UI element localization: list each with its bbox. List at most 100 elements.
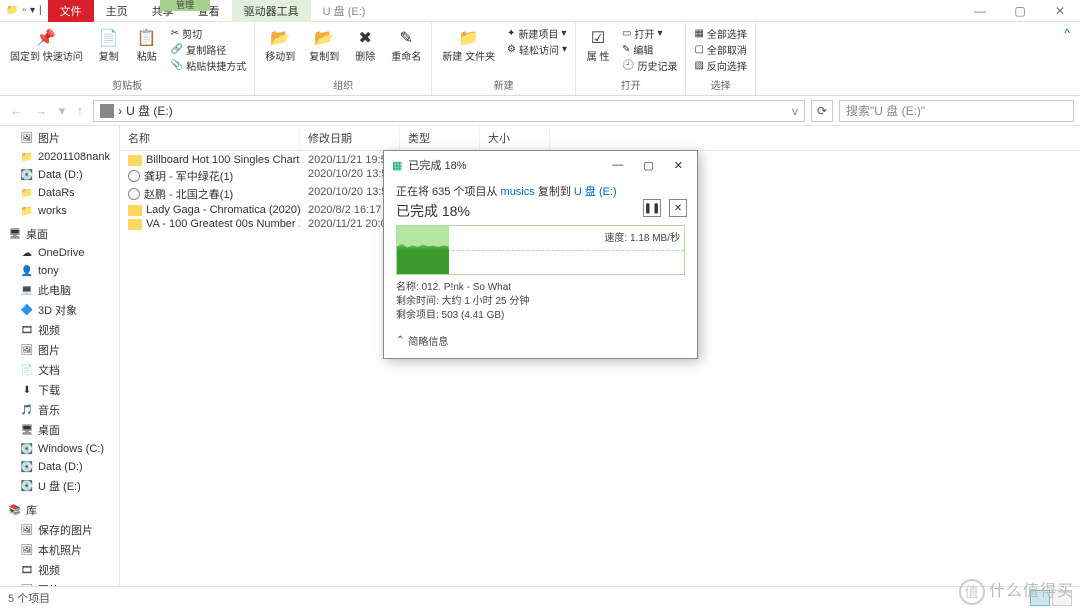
- sidebar-item-icon: 📚: [8, 503, 22, 517]
- icons-view-button[interactable]: [1052, 590, 1072, 606]
- copy-source-link[interactable]: musics: [501, 186, 535, 198]
- sidebar-item[interactable]: 🖥桌面: [0, 224, 119, 244]
- easy-access-button[interactable]: ⚙轻松访问 ▾: [507, 42, 567, 57]
- properties-button[interactable]: ☑属 性: [582, 24, 614, 65]
- select-all-button[interactable]: ▦全部选择: [694, 26, 746, 41]
- maximize-button[interactable]: ▢: [1000, 4, 1040, 18]
- copy-button[interactable]: 📄复制: [93, 24, 125, 65]
- minimize-button[interactable]: —: [960, 4, 1000, 18]
- folder-icon: [128, 205, 142, 216]
- sidebar-item-icon: 🖼: [20, 131, 34, 145]
- pin-to-quick-access-button[interactable]: 📌固定到 快速访问: [6, 24, 87, 65]
- folder-icon: 📁: [6, 5, 18, 16]
- sidebar-item[interactable]: ⬇下载: [0, 380, 119, 400]
- back-button[interactable]: ←: [6, 103, 27, 118]
- sidebar-item[interactable]: 💽Windows (C:): [0, 440, 119, 458]
- folder-icon: [128, 219, 142, 230]
- sidebar-item-icon: ☁: [20, 246, 34, 260]
- sidebar-item-label: DataRs: [38, 187, 75, 199]
- sidebar-item-label: 本机照片: [38, 542, 82, 558]
- sidebar-item-icon: 💽: [20, 168, 34, 182]
- sidebar-item[interactable]: 📚库: [0, 500, 119, 520]
- search-input[interactable]: 搜索"U 盘 (E:)": [839, 100, 1074, 122]
- paste-button[interactable]: 📋粘贴: [131, 24, 163, 65]
- edit-button[interactable]: ✎编辑: [622, 42, 677, 57]
- sidebar-item-label: tony: [38, 265, 59, 277]
- props-qat-icon[interactable]: ▫: [22, 5, 26, 16]
- addr-dropdown-icon[interactable]: v: [792, 104, 798, 118]
- sidebar-item[interactable]: 📁20201108nank: [0, 148, 119, 166]
- tab-drive-tools[interactable]: 驱动器工具: [232, 0, 311, 22]
- sidebar-item[interactable]: 🖼保存的图片: [0, 520, 119, 540]
- sidebar-item-label: 桌面: [38, 422, 60, 438]
- sidebar-item[interactable]: 🎞视频: [0, 560, 119, 580]
- dialog-minimize-button[interactable]: —: [606, 159, 629, 172]
- new-folder-button[interactable]: 📁新建 文件夹: [438, 24, 499, 65]
- sidebar-item-icon: 🖼: [20, 543, 34, 557]
- window-title: U 盘 (E:): [311, 0, 378, 22]
- copy-dest-link[interactable]: U 盘 (E:): [574, 186, 617, 198]
- sidebar-item[interactable]: 📄文档: [0, 360, 119, 380]
- sidebar-item-label: 桌面: [26, 226, 48, 242]
- select-none-button[interactable]: ▢全部取消: [694, 42, 746, 57]
- sidebar-item[interactable]: 🎵音乐: [0, 400, 119, 420]
- sidebar-item-label: U 盘 (E:): [38, 478, 81, 494]
- recent-dropdown[interactable]: ▾: [55, 103, 70, 118]
- sidebar-item[interactable]: 💽Data (D:): [0, 166, 119, 184]
- col-name[interactable]: 名称: [120, 126, 300, 150]
- col-date[interactable]: 修改日期: [300, 126, 400, 150]
- delete-button[interactable]: ✖删除: [349, 24, 381, 65]
- sidebar-item[interactable]: 🖥桌面: [0, 420, 119, 440]
- open-button[interactable]: ▭打开 ▾: [622, 26, 677, 41]
- edit-icon: ✎: [622, 44, 630, 55]
- pause-button[interactable]: ❚❚: [643, 199, 661, 217]
- invert-selection-button[interactable]: ▨反向选择: [694, 58, 746, 73]
- up-button[interactable]: ↑: [73, 103, 88, 118]
- move-icon: 📂: [268, 26, 292, 50]
- refresh-button[interactable]: ⟳: [811, 100, 833, 122]
- qat-dropdown-icon[interactable]: ▾: [30, 5, 35, 16]
- sidebar-item[interactable]: 👤tony: [0, 262, 119, 280]
- sidebar-item[interactable]: 💽Data (D:): [0, 458, 119, 476]
- address-field[interactable]: › U 盘 (E:) v: [93, 100, 805, 122]
- copy-to-button[interactable]: 📂复制到: [305, 24, 343, 65]
- chevron-up-icon: ⌃: [396, 335, 404, 346]
- paste-shortcut-button[interactable]: 📎粘贴快捷方式: [171, 58, 246, 73]
- forward-button[interactable]: →: [30, 103, 51, 118]
- sidebar-item[interactable]: 🖼图片: [0, 128, 119, 148]
- column-headers[interactable]: 名称 修改日期 类型 大小: [120, 126, 1080, 151]
- cut-button[interactable]: ✂剪切: [171, 26, 246, 41]
- sidebar-item-icon: 🎞: [20, 563, 34, 577]
- details-view-button[interactable]: [1030, 590, 1050, 606]
- nav-sidebar[interactable]: 🖼图片📁20201108nank💽Data (D:)📁DataRs📁works🖥…: [0, 126, 120, 586]
- more-details-toggle[interactable]: ⌃ 简略信息: [396, 333, 685, 348]
- rename-button[interactable]: ✎重命名: [387, 24, 425, 65]
- sidebar-item[interactable]: 📁works: [0, 202, 119, 220]
- tab-home[interactable]: 主页: [94, 0, 140, 22]
- dialog-maximize-button[interactable]: ▢: [637, 159, 659, 172]
- sidebar-item[interactable]: 🖼图片: [0, 340, 119, 360]
- sidebar-item[interactable]: 🖼 本机照片: [0, 540, 119, 560]
- copy-path-button[interactable]: 🔗复制路径: [171, 42, 246, 57]
- copy-to-icon: 📂: [312, 26, 336, 50]
- sidebar-item[interactable]: 🎞视频: [0, 320, 119, 340]
- col-type[interactable]: 类型: [400, 126, 480, 150]
- sidebar-item-icon: 🖼: [20, 343, 34, 357]
- close-button[interactable]: ✕: [1040, 4, 1080, 18]
- history-button[interactable]: 🕘历史记录: [622, 58, 677, 73]
- open-icon: ▭: [622, 28, 631, 39]
- dialog-close-button[interactable]: ✕: [668, 159, 689, 172]
- sidebar-item[interactable]: 🔷3D 对象: [0, 300, 119, 320]
- sidebar-item[interactable]: 💻此电脑: [0, 280, 119, 300]
- col-size[interactable]: 大小: [480, 126, 550, 150]
- cancel-button[interactable]: ✕: [669, 199, 687, 217]
- sidebar-item[interactable]: 💽U 盘 (E:): [0, 476, 119, 496]
- tab-file[interactable]: 文件: [48, 0, 94, 22]
- new-item-button[interactable]: ✦新建项目 ▾: [507, 26, 567, 41]
- breadcrumb[interactable]: U 盘 (E:): [126, 102, 173, 119]
- status-bar: 5 个项目: [0, 586, 1080, 608]
- move-to-button[interactable]: 📂移动到: [261, 24, 299, 65]
- sidebar-item[interactable]: 📁DataRs: [0, 184, 119, 202]
- ribbon-collapse-icon[interactable]: ^: [1054, 22, 1080, 95]
- sidebar-item[interactable]: ☁OneDrive: [0, 244, 119, 262]
